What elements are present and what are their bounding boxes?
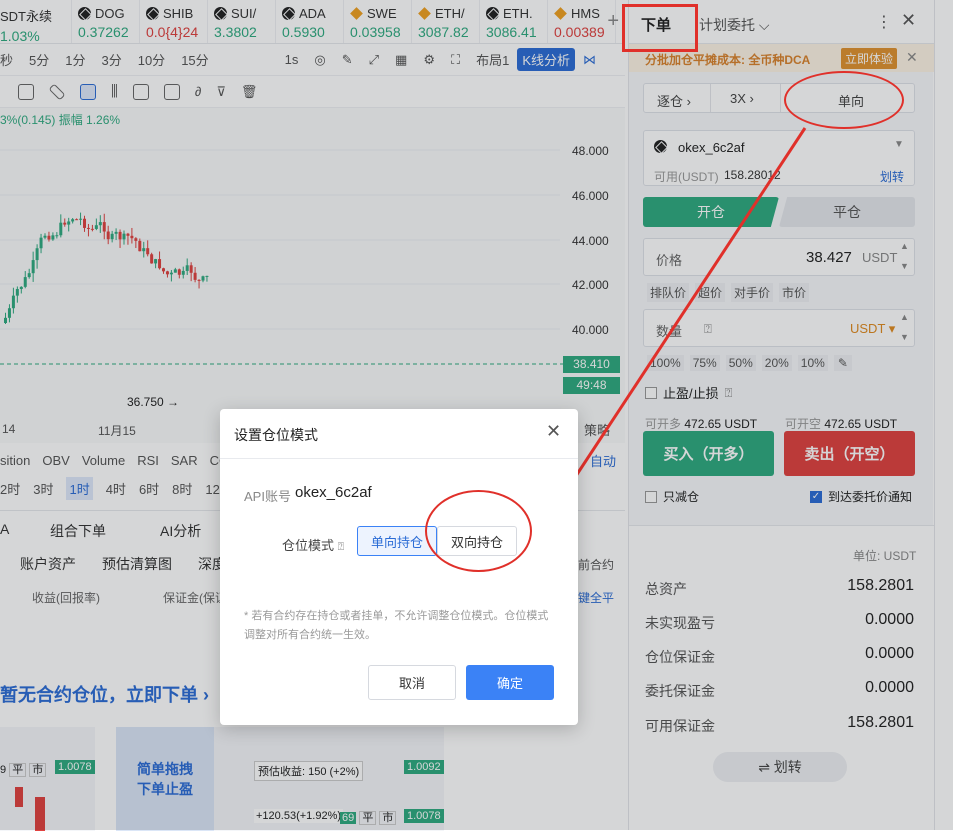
api-label: API账号 <box>244 489 291 504</box>
api-value: okex_6c2af <box>295 484 372 501</box>
dialog-close-icon[interactable]: ✕ <box>546 421 561 442</box>
mode-note: * 若有合约存在持仓或者挂单，不允许调整仓位模式。仓位模式调整对所有合约统一生效… <box>244 610 549 641</box>
cancel-button[interactable]: 取消 <box>368 665 456 700</box>
mode-label: 仓位模式 ⍰ <box>282 538 345 553</box>
position-mode-dialog: 设置仓位模式 ✕ API账号 okex_6c2af 仓位模式 ⍰ 单向持仓 双向… <box>220 409 578 725</box>
confirm-button[interactable]: 确定 <box>466 665 554 700</box>
dialog-title: 设置仓位模式 <box>220 409 578 459</box>
annotation-oval <box>425 490 532 572</box>
mode-help-icon: ⍰ <box>337 541 345 553</box>
